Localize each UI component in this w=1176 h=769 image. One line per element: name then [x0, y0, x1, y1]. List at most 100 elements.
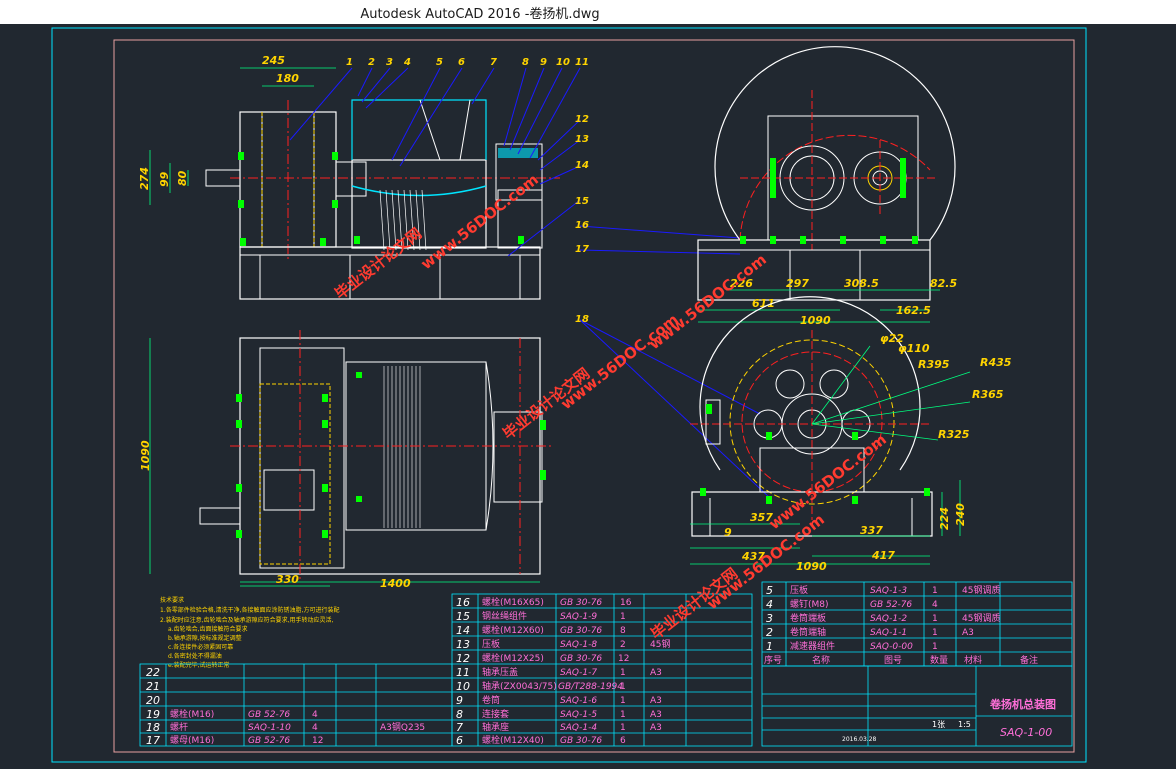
svg-text:1: 1 — [932, 642, 938, 652]
balloon-6: 6 — [458, 57, 465, 68]
window-title: Autodesk AutoCAD 2016 -卷扬机.dwg — [360, 7, 600, 22]
svg-text:17: 17 — [146, 734, 160, 747]
dim-r395: R395 — [918, 358, 950, 371]
bom-row: 5 压板 SAQ-1-3 1 45钢调质 — [766, 584, 1000, 597]
balloon-9: 9 — [540, 57, 547, 68]
svg-text:轴承座: 轴承座 — [482, 721, 509, 733]
bom-row: 18 螺杆 SAQ-1-10 4 A3钢Q235 — [146, 721, 425, 734]
svg-text:22: 22 — [146, 666, 160, 679]
bom-row: 3 卷筒端板 SAQ-1-2 1 45钢调质 — [766, 612, 1000, 625]
svg-text:备注: 备注 — [1020, 654, 1038, 666]
svg-text:6: 6 — [456, 734, 463, 747]
balloon-2: 2 — [368, 57, 375, 68]
svg-text:12: 12 — [312, 736, 323, 746]
svg-text:1: 1 — [620, 723, 626, 733]
svg-text:卷筒: 卷筒 — [482, 694, 500, 706]
bom-row: 14 螺栓(M12X60) GB 30-76 8 — [456, 624, 626, 637]
bom-row: 15 钢丝绳组件 SAQ-1-9 1 — [456, 610, 626, 623]
dim-240: 240 — [954, 503, 967, 526]
balloon-18: 18 — [575, 314, 589, 325]
dim-r365: R365 — [972, 388, 1004, 401]
bom-row: 19 螺栓(M16) GB 52-76 4 — [146, 708, 318, 721]
dim-224: 224 — [938, 507, 951, 530]
drawing-date: 2016.03.28 — [842, 736, 877, 743]
svg-text:毕业设计论文网: 毕业设计论文网 — [647, 564, 741, 643]
balloon-14: 14 — [575, 160, 589, 171]
bom-middle: 1 6 螺栓(M16X65) GB 30-76 1 6 15 钢丝绳组件 SAQ-1-9 1 1… — [456, 596, 670, 747]
dim-180: 180 — [276, 72, 299, 85]
svg-text:1: 1 — [932, 586, 938, 596]
drawing-canvas[interactable]: 245 180 274 99 80 1 2 3 4 5 6 7 8 9 10 1… — [0, 24, 1176, 765]
notes-line-2: 2.装配时应注意,齿轮啮合及轴承游隙应符合要求,用手转动应灵活, — [160, 616, 334, 624]
svg-text:GB 30-76: GB 30-76 — [560, 626, 602, 636]
svg-text:1: 1 — [766, 640, 773, 653]
dim-99: 99 — [158, 171, 171, 187]
svg-text:A3: A3 — [650, 696, 662, 706]
dim-82-5: 82.5 — [930, 277, 957, 290]
balloon-5: 5 — [436, 57, 443, 68]
svg-text:www.56DOC.com: www.56DOC.com — [417, 170, 541, 273]
svg-text:6: 6 — [620, 736, 626, 746]
svg-text:螺栓(M16X65): 螺栓(M16X65) — [482, 596, 544, 608]
svg-text:1: 1 — [620, 696, 626, 706]
balloon-4: 4 — [403, 57, 411, 68]
svg-text:19: 19 — [146, 708, 160, 721]
bom-row: 4 螺钉(M8) GB 52-76 4 — [766, 598, 938, 611]
svg-text:连接套: 连接套 — [482, 708, 509, 720]
drawing-number: SAQ-1-00 — [1000, 726, 1052, 739]
dim-1090-side-bottom: 1090 — [796, 560, 827, 573]
dim-9: 9 — [724, 526, 732, 539]
svg-text:GB 52-76: GB 52-76 — [248, 736, 290, 746]
svg-text:10: 10 — [456, 680, 470, 693]
bom-row: 1 减速器组件 SAQ-0-00 1 — [766, 640, 938, 653]
balloon-1: 1 — [346, 57, 353, 68]
drawing-svg[interactable]: 245 180 274 99 80 1 2 3 4 5 6 7 8 9 10 1… — [0, 24, 1176, 765]
svg-text:2: 2 — [766, 626, 773, 639]
balloon-11: 11 — [575, 57, 589, 68]
svg-text:11: 11 — [456, 666, 470, 679]
bom-header: 序号 名称 图号 数量 材料 备注 — [764, 654, 1038, 666]
technical-notes: 技术要求 1.各零部件检验合格,清洗干净,各接触面应涂防锈油脂,方可进行装配 2… — [160, 596, 339, 669]
side-view-bottom — [690, 296, 971, 565]
bom-row: 11 轴承压盖 SAQ-1-7 1 A3 — [456, 666, 662, 679]
svg-text:12: 12 — [456, 652, 470, 665]
svg-text:4: 4 — [312, 710, 318, 720]
dim-80: 80 — [176, 170, 189, 186]
balloon-3: 3 — [386, 57, 393, 68]
balloon-10: 10 — [556, 57, 570, 68]
svg-text:1: 1 — [932, 614, 938, 624]
svg-text:A3: A3 — [650, 668, 662, 678]
svg-text:4: 4 — [312, 723, 318, 733]
svg-text:减速器组件: 减速器组件 — [790, 640, 835, 652]
notes-line-5: c.各连接件必须紧固可靠 — [168, 643, 233, 651]
bom-row: 6 螺栓(M12X40) GB 30-76 6 — [456, 734, 626, 747]
dim-274: 274 — [138, 167, 151, 190]
bom-row: 13 压板 SAQ-1-8 2 45钢 — [456, 638, 670, 651]
svg-text:www.56DOC.com: www.56DOC.com — [765, 430, 889, 533]
svg-text:SAQ-0-00: SAQ-0-00 — [870, 642, 913, 652]
dim-r325: R325 — [938, 428, 970, 441]
svg-text:4: 4 — [932, 600, 938, 610]
svg-text:名称: 名称 — [812, 654, 830, 666]
svg-text:压板: 压板 — [790, 584, 808, 596]
svg-text:SAQ-1-3: SAQ-1-3 — [870, 586, 907, 596]
svg-text:SAQ-1-8: SAQ-1-8 — [560, 640, 597, 650]
svg-text:卷筒端板: 卷筒端板 — [790, 612, 826, 624]
svg-text:14: 14 — [456, 624, 470, 637]
bom-row: 12 螺栓(M12X25) GB 30-76 12 — [456, 652, 629, 665]
svg-text:1: 1 — [620, 668, 626, 678]
svg-text:压板: 压板 — [482, 638, 500, 650]
svg-text:螺栓(M12X40): 螺栓(M12X40) — [482, 734, 544, 746]
plan-view — [149, 330, 552, 587]
svg-text:GB 52-76: GB 52-76 — [248, 710, 290, 720]
svg-text:SAQ-1-7: SAQ-1-7 — [560, 668, 597, 678]
dim-1090-plan: 1090 — [139, 440, 152, 471]
svg-text:GB 30-76: GB 30-76 — [560, 598, 602, 608]
dim-phi110: φ110 — [898, 342, 930, 355]
svg-text:A3: A3 — [650, 710, 662, 720]
notes-line-3: a.齿轮啮合,齿面接触符合要求 — [168, 625, 248, 633]
svg-text:SAQ-1-9: SAQ-1-9 — [560, 612, 597, 622]
bom-row: 17 螺母(M16) GB 52-76 12 — [146, 734, 323, 747]
svg-text:SAQ-1-2: SAQ-1-2 — [870, 614, 907, 624]
balloon-17: 17 — [575, 244, 589, 255]
